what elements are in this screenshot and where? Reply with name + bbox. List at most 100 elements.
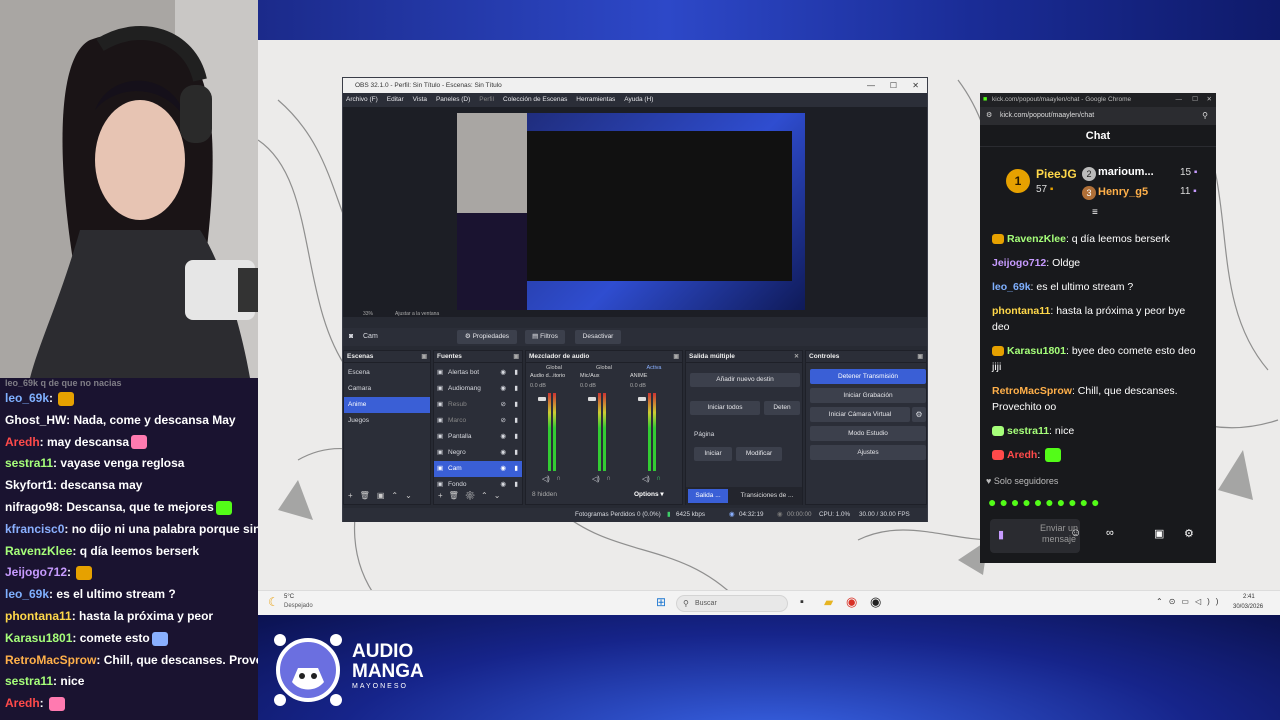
maximize-icon[interactable]: ☐ [890,78,897,93]
visibility-icon[interactable]: ◉ [500,365,506,381]
lock-icon[interactable]: ▮ [514,365,518,381]
chat-username[interactable]: Ghost_HW [5,413,66,427]
zoom-icon[interactable]: ⚲ [1202,107,1208,125]
mixer-options-button[interactable]: Options ▾ [634,490,664,498]
menu-docks[interactable]: Paneles (D) [436,96,470,103]
source-item[interactable]: ▣ Negro ◉ ▮ [434,445,522,461]
source-item[interactable]: ▣ Audiomang ◉ ▮ [434,381,522,397]
gift-icon[interactable]: ▣ [1154,527,1164,540]
stop-streaming-button[interactable]: Detener Transmisión [810,369,926,384]
visibility-icon[interactable]: ⊘ [501,413,506,429]
properties-button[interactable]: ⚙ Propiedades [457,330,517,344]
chat-username[interactable]: sestra11 [5,674,53,688]
chat-username[interactable]: sestra11 [5,456,53,470]
chat-username[interactable]: Karasu1801 [5,631,72,645]
mic-icon[interactable]: ▮ [998,528,1004,541]
chrome-icon[interactable]: ◉ [846,594,857,610]
leader-name-1[interactable]: PieeJG [1036,167,1077,181]
lock-icon[interactable]: ▮ [514,381,518,397]
leader-name-3[interactable]: Henry_g5 [1098,186,1148,198]
source-actions[interactable]: +🗑⚙⌃⌄ [438,491,506,500]
lock-icon[interactable]: ▮ [514,477,518,493]
task-view-icon[interactable]: ▪ [800,596,804,608]
scene-item-selected[interactable]: Anime [344,397,430,413]
channel-name[interactable]: Audio d...itorio [530,373,578,379]
chat-username[interactable]: Karasu1801 [1007,345,1066,357]
start-recording-button[interactable]: Iniciar Grabación [810,388,926,403]
chat-username[interactable]: Aredh [5,696,40,710]
chat-username[interactable]: leo_69k [992,281,1031,293]
visibility-icon[interactable]: ◉ [500,381,506,397]
file-explorer-icon[interactable]: ▰ [824,595,833,609]
menu-file[interactable]: Archivo (F) [346,96,378,103]
start-virtual-camera-button[interactable]: Iniciar Cámara Virtual [810,407,910,422]
tray-icons[interactable]: ⌃⊙▭◁)) [1156,597,1224,606]
visibility-icon[interactable]: ◉ [500,429,506,445]
add-destination-button[interactable]: Añadir nuevo destin [690,373,800,387]
start-button[interactable]: Iniciar [694,447,732,461]
filters-button[interactable]: ▤ Filtros [525,330,565,344]
obs-preview[interactable]: 33% Ajustar a la ventana [343,107,927,317]
minimize-icon[interactable]: — [1176,93,1183,107]
site-info-icon[interactable]: ⚙ [986,107,992,125]
volume-slider[interactable] [588,397,596,401]
chat-username[interactable]: Jeijogo712 [5,565,67,579]
close-icon[interactable]: ✕ [1207,93,1212,107]
address-bar[interactable]: ⚙ kick.com/popout/maaylen/chat ⚲ [980,107,1216,125]
settings-button[interactable]: Ajustes [810,445,926,460]
close-icon[interactable]: ✕ [912,78,919,93]
chat-username[interactable]: sestra11 [1007,425,1049,437]
chat-username[interactable]: kfrancisc0 [5,522,64,536]
chat-username[interactable]: phontana11 [5,609,72,623]
taskbar-search[interactable]: ⚲ Buscar [676,595,788,612]
close-icon[interactable]: ✕ [794,351,799,363]
headphones-icon[interactable]: ∩ [556,475,561,482]
start-all-button[interactable]: Iniciar todos [690,401,760,415]
minimize-icon[interactable]: — [867,78,875,93]
tab-output[interactable]: Salida ... [688,489,728,503]
menu-edit[interactable]: Editar [387,96,404,103]
scene-actions[interactable]: +🗑▣⌃⌄ [348,491,419,500]
windows-start-icon[interactable]: ⊞ [656,595,666,609]
chat-username[interactable]: Jeijogo712 [992,257,1046,269]
speaker-icon[interactable]: ◁) [642,475,650,483]
tab-transitions[interactable]: Transiciones de ... [734,489,800,503]
stop-all-button[interactable]: Deten [764,401,800,415]
dock-menu-icon[interactable]: ▣ [673,351,679,363]
obs-taskbar-icon[interactable]: ◉ [870,594,881,610]
menu-profile[interactable]: Perfil [479,96,494,103]
dock-menu-icon[interactable]: ▣ [421,351,427,363]
collapse-icon[interactable]: ≡ [1092,207,1098,218]
deactivate-button[interactable]: Desactivar [575,330,621,344]
dock-menu-icon[interactable]: ▣ [513,351,519,363]
source-item[interactable]: ▣ Marco ⊘ ▮ [434,413,522,429]
chat-username[interactable]: RetroMacSprow [5,653,96,667]
scene-item[interactable]: Camara [344,381,430,397]
speaker-icon[interactable]: ◁) [542,475,550,483]
lock-icon[interactable]: ▮ [514,429,518,445]
menu-help[interactable]: Ayuda (H) [624,96,653,103]
weather-moon-icon[interactable]: ☾ [268,595,279,609]
modify-button[interactable]: Modificar [736,447,782,461]
visibility-icon[interactable]: ⊘ [501,397,506,413]
chat-username[interactable]: RetroMacSprow [992,385,1072,397]
chat-username[interactable]: Aredh [1007,449,1037,461]
channel-name[interactable]: Mic/Aux [580,373,628,379]
emote-bar[interactable]: ●●●●●●●●●● [988,494,1103,510]
scene-item[interactable]: Juegos [344,413,430,429]
chat-username[interactable]: nifrago98 [5,500,59,514]
chat-username[interactable]: Aredh [5,435,40,449]
visibility-icon[interactable]: ◉ [500,445,506,461]
speaker-icon[interactable]: ◁) [592,475,600,483]
chat-username[interactable]: leo_69k [5,391,49,405]
chat-username[interactable]: Skyfort1 [5,478,53,492]
source-item[interactable]: ▣ Resub ⊘ ▮ [434,397,522,413]
emoji-icon[interactable]: ☺ [1070,527,1081,539]
maximize-icon[interactable]: ☐ [1192,93,1198,107]
studio-mode-button[interactable]: Modo Estudio [810,426,926,441]
headphones-icon[interactable]: ∩ [656,475,661,482]
dock-menu-icon[interactable]: ▣ [917,351,923,363]
lock-icon[interactable]: ▮ [514,461,518,477]
source-item[interactable]: ▣ Alertas bot ◉ ▮ [434,365,522,381]
chat-username[interactable]: RavenzKlee [1007,233,1066,245]
